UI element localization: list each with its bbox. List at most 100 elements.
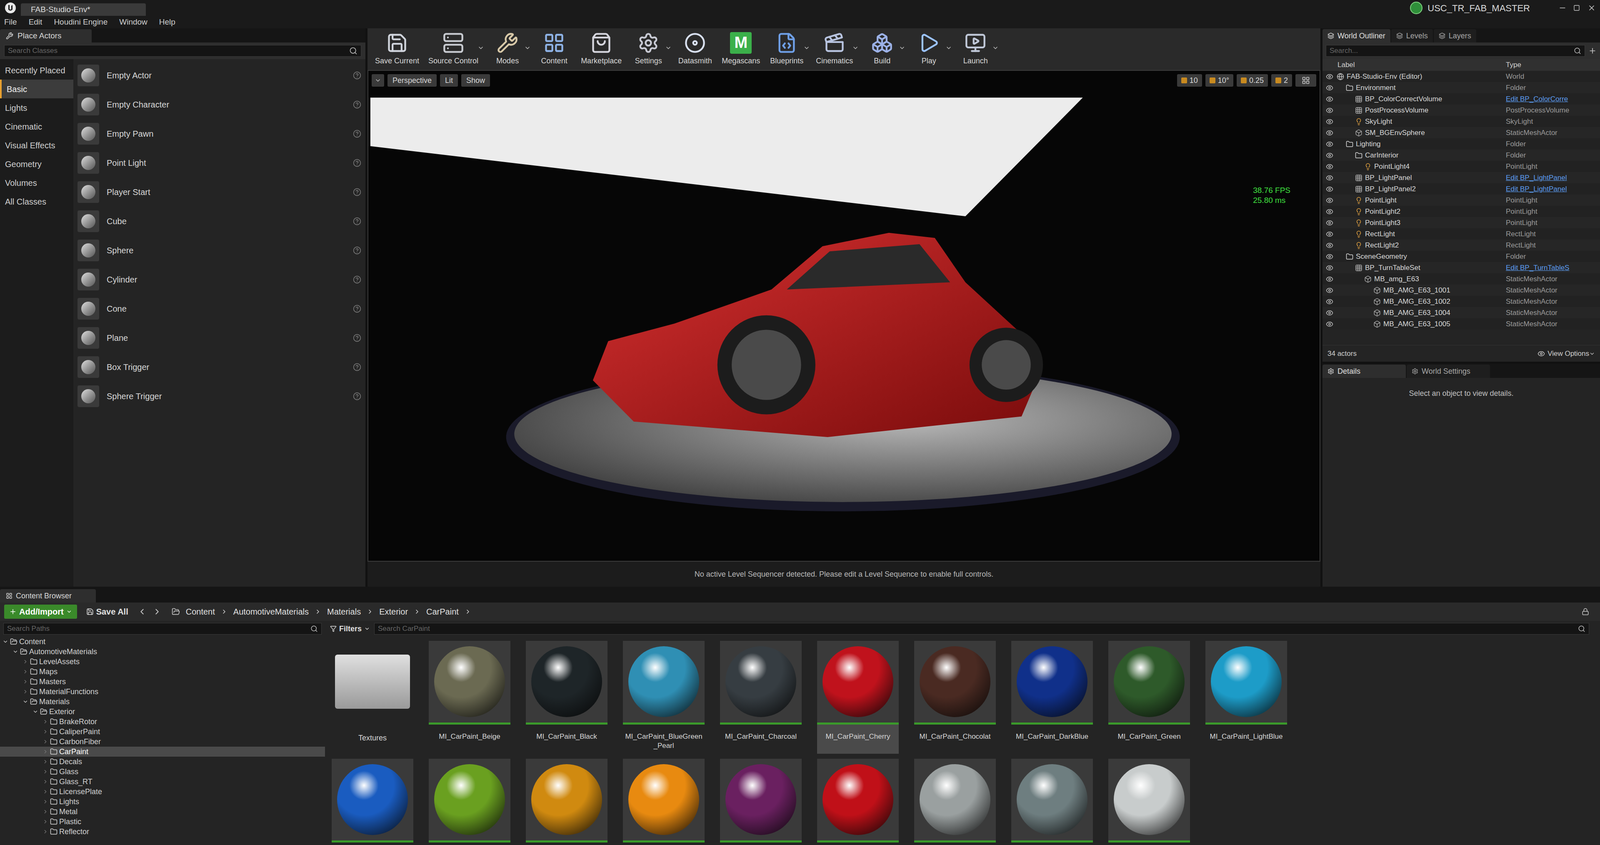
visibility-icon[interactable] xyxy=(1325,275,1334,283)
visibility-icon[interactable] xyxy=(1325,162,1334,171)
toolbar-button[interactable]: Source Control xyxy=(425,32,485,67)
asset-tile[interactable]: MI_CarPaint_Green xyxy=(1108,640,1190,754)
toolbar-button[interactable]: Datasmith xyxy=(674,32,716,67)
collapsed-icon[interactable] xyxy=(42,778,49,785)
folder-tree-item[interactable]: Reflector xyxy=(0,826,325,837)
help-icon[interactable] xyxy=(352,304,362,313)
asset-tile[interactable] xyxy=(817,758,899,843)
outliner-row[interactable]: EnvironmentFolder xyxy=(1322,82,1600,94)
outliner-row[interactable]: CarInteriorFolder xyxy=(1322,149,1600,161)
visibility-icon[interactable] xyxy=(1325,185,1334,193)
visibility-icon[interactable] xyxy=(1325,219,1334,227)
folder-tree-item[interactable]: LevelAssets xyxy=(0,656,325,667)
dropdown-icon[interactable] xyxy=(803,44,810,52)
folder-tree-item[interactable]: CarbonFiber xyxy=(0,736,325,747)
asset-tile[interactable]: MI_CarPaint_Beige xyxy=(428,640,511,754)
viewport-mode-button[interactable]: Show xyxy=(461,74,490,87)
actor-item[interactable]: Point Light xyxy=(73,148,366,178)
collapsed-icon[interactable] xyxy=(22,688,29,695)
asset-tile[interactable]: MI_CarPaint_DarkBlue xyxy=(1011,640,1093,754)
folder-tree-item[interactable]: BrakeRotor xyxy=(0,716,325,727)
toolbar-button[interactable]: Build xyxy=(861,32,906,67)
folder-tree-item[interactable]: Glass_RT xyxy=(0,776,325,787)
folder-tree-item[interactable]: Decals xyxy=(0,756,325,767)
breadcrumb-item[interactable]: CarPaint xyxy=(426,605,472,618)
folder-tree-item[interactable]: CaliperPaint xyxy=(0,726,325,737)
help-icon[interactable] xyxy=(352,333,362,343)
outliner-row[interactable]: RectLight2RectLight xyxy=(1322,239,1600,251)
outliner-row[interactable]: SceneGeometryFolder xyxy=(1322,250,1600,263)
asset-tile[interactable] xyxy=(331,758,414,843)
breadcrumb-item[interactable]: AutomotiveMaterials xyxy=(233,605,322,618)
breadcrumb-item[interactable]: Content xyxy=(185,605,228,618)
outliner-row[interactable]: PointLight4PointLight xyxy=(1322,160,1600,173)
toolbar-button[interactable]: Blueprints xyxy=(765,32,810,67)
category-item[interactable]: Geometry xyxy=(0,154,74,174)
visibility-icon[interactable] xyxy=(1325,72,1334,81)
visibility-icon[interactable] xyxy=(1325,230,1334,238)
folder-tree-item[interactable]: Maps xyxy=(0,666,325,677)
visibility-icon[interactable] xyxy=(1325,196,1334,205)
expanded-icon[interactable] xyxy=(32,708,39,715)
details-tab[interactable]: World Settings xyxy=(1406,364,1490,378)
toolbar-button[interactable]: Save Current xyxy=(371,32,423,67)
view-options-button[interactable]: View Options xyxy=(1547,348,1590,360)
actor-item[interactable]: Cone xyxy=(73,294,366,324)
layout-button[interactable] xyxy=(1295,74,1317,87)
toolbar-button[interactable]: Settings xyxy=(627,32,672,67)
folder-tree-item[interactable]: AutomotiveMaterials xyxy=(0,646,325,657)
viewport-mode-button[interactable]: Lit xyxy=(440,74,458,87)
actor-item[interactable]: Empty Pawn xyxy=(73,119,366,149)
visibility-icon[interactable] xyxy=(1325,252,1334,261)
help-icon[interactable] xyxy=(352,392,362,401)
back-icon[interactable] xyxy=(137,607,147,617)
asset-tile[interactable] xyxy=(1108,758,1190,843)
category-item[interactable]: Cinematic xyxy=(0,117,74,136)
outliner-tab[interactable]: World Outliner xyxy=(1322,29,1391,43)
visibility-icon[interactable] xyxy=(1325,117,1334,126)
menu-item[interactable]: Window xyxy=(119,16,148,29)
outliner-row[interactable]: MB_AMG_E63_1001StaticMeshActor xyxy=(1322,284,1600,296)
visibility-icon[interactable] xyxy=(1325,286,1334,295)
visibility-icon[interactable] xyxy=(1325,320,1334,328)
outliner-row[interactable]: MB_AMG_E63_1004StaticMeshActor xyxy=(1322,307,1600,319)
category-item[interactable]: Recently Placed xyxy=(0,60,74,80)
class-search-field[interactable]: Search Classes xyxy=(4,45,362,57)
visibility-icon[interactable] xyxy=(1325,297,1334,306)
help-icon[interactable] xyxy=(352,129,362,138)
toolbar-button[interactable]: Play xyxy=(907,32,953,67)
outliner-row[interactable]: BP_LightPanelEdit BP_LightPanel xyxy=(1322,172,1600,184)
expanded-icon[interactable] xyxy=(22,698,29,705)
outliner-row[interactable]: BP_ColorCorrectVolumeEdit BP_ColorCorre xyxy=(1322,93,1600,105)
toolbar-button[interactable]: Marketplace xyxy=(577,32,625,67)
visibility-icon[interactable] xyxy=(1325,174,1334,182)
outliner-row[interactable]: PointLight2PointLight xyxy=(1322,205,1600,218)
folder-tree-item[interactable]: Glass xyxy=(0,766,325,777)
asset-tile[interactable]: MI_CarPaint_Charcoal xyxy=(720,640,802,754)
outliner-row[interactable]: MB_AMG_E63_1002StaticMeshActor xyxy=(1322,295,1600,308)
toolbar-button[interactable]: Modes xyxy=(486,32,531,67)
breadcrumb-item[interactable]: Exterior xyxy=(379,605,421,618)
help-icon[interactable] xyxy=(352,100,362,109)
collapsed-icon[interactable] xyxy=(42,808,49,815)
place-actors-tab[interactable]: Place Actors xyxy=(0,29,92,43)
category-item[interactable]: Volumes xyxy=(0,173,74,193)
document-tab[interactable]: FAB-Studio-Env* xyxy=(20,3,146,16)
folder-tile[interactable]: Textures xyxy=(331,640,414,754)
dropdown-icon[interactable] xyxy=(992,44,999,52)
folder-tree-item[interactable]: Materials xyxy=(0,696,325,707)
help-icon[interactable] xyxy=(352,187,362,197)
dropdown-icon[interactable] xyxy=(477,44,485,52)
visibility-icon[interactable] xyxy=(1325,309,1334,317)
collapsed-icon[interactable] xyxy=(42,828,49,835)
forward-icon[interactable] xyxy=(152,607,162,617)
menu-item[interactable]: Houdini Engine xyxy=(53,16,108,29)
asset-tile[interactable]: MI_CarPaint_BlueGreen_Pearl xyxy=(622,640,705,754)
add-import-button[interactable]: Add/Import xyxy=(4,604,78,619)
collapsed-icon[interactable] xyxy=(42,738,49,745)
collapsed-icon[interactable] xyxy=(42,788,49,795)
viewport-mode-button[interactable]: Perspective xyxy=(387,74,437,87)
path-search[interactable]: Search Paths xyxy=(3,622,322,635)
help-icon[interactable] xyxy=(352,71,362,80)
visibility-icon[interactable] xyxy=(1325,151,1334,160)
